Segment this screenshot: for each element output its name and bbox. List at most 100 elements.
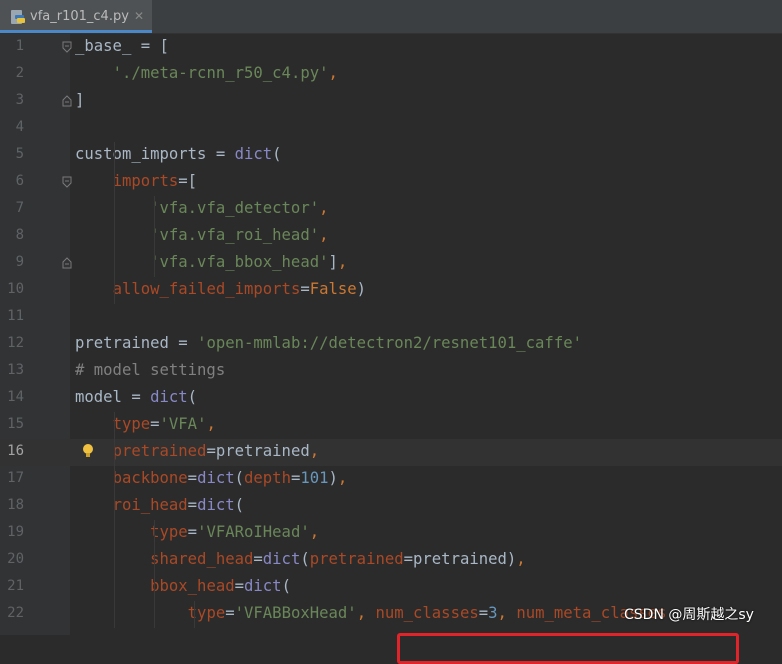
- code-token: pretrained: [309, 550, 404, 568]
- code-token: =: [478, 604, 489, 622]
- code-token: depth: [244, 469, 291, 487]
- fold-marker-icon[interactable]: [62, 257, 72, 269]
- file-tab[interactable]: vfa_r101_c4.py ✕: [0, 0, 152, 33]
- code-line[interactable]: 14 model = dict(: [0, 385, 782, 412]
- code-line[interactable]: 6 imports=[: [0, 169, 782, 196]
- code-token: ): [328, 469, 338, 487]
- code-token: allow_failed_imports: [112, 280, 301, 298]
- line-number: 5: [15, 146, 24, 162]
- code-line[interactable]: 16 pretrained=pretrained,: [0, 439, 782, 466]
- code-token: ,: [328, 64, 338, 82]
- code-token: './meta-rcnn_r50_c4.py': [112, 64, 329, 82]
- code-token: _base_ = [: [75, 37, 169, 55]
- line-number: 20: [7, 551, 24, 567]
- code-line[interactable]: 7 'vfa.vfa_detector',: [0, 196, 782, 223]
- code-token: roi_head: [112, 496, 188, 514]
- line-number: 14: [7, 389, 24, 405]
- code-token: ,: [356, 604, 376, 622]
- line-number: 16: [7, 443, 24, 459]
- code-text: backbone=dict(depth=101),: [75, 469, 348, 487]
- code-line[interactable]: 1 _base_ = [: [0, 34, 782, 61]
- code-text: model = dict(: [75, 388, 197, 406]
- fold-marker-icon[interactable]: [62, 41, 72, 53]
- line-number: 8: [15, 227, 24, 243]
- code-token: backbone: [112, 469, 188, 487]
- code-line[interactable]: 21 bbox_head=dict(: [0, 574, 782, 601]
- code-line[interactable]: 5 custom_imports = dict(: [0, 142, 782, 169]
- code-line[interactable]: 2 './meta-rcnn_r50_c4.py',: [0, 61, 782, 88]
- line-number: 19: [7, 524, 24, 540]
- code-token: ,: [319, 226, 329, 244]
- file-tab-label: vfa_r101_c4.py: [30, 9, 129, 24]
- code-token: (: [281, 577, 291, 595]
- line-number: 17: [7, 470, 24, 486]
- indent-guide: [114, 142, 115, 304]
- code-token: =: [187, 469, 198, 487]
- code-token: =pretrained): [403, 550, 517, 568]
- code-token: dict: [197, 496, 235, 514]
- code-token: (: [234, 496, 245, 514]
- code-line[interactable]: 11: [0, 304, 782, 331]
- code-token: =: [150, 415, 160, 433]
- code-token: 'vfa.vfa_detector': [150, 199, 320, 217]
- code-line[interactable]: 18 roi_head=dict(: [0, 493, 782, 520]
- code-line[interactable]: 3]: [0, 88, 782, 115]
- code-text: type='VFA',: [75, 415, 216, 433]
- line-number: 9: [15, 254, 24, 270]
- code-text: allow_failed_imports=False): [75, 280, 367, 298]
- line-number: 18: [7, 497, 24, 513]
- code-text: ]: [75, 91, 84, 109]
- code-token: type: [112, 415, 151, 433]
- indent-guide: [114, 412, 115, 628]
- line-number: 12: [7, 335, 24, 351]
- code-text: custom_imports = dict(: [75, 145, 282, 163]
- code-token: ): [356, 280, 367, 298]
- code-token: =: [225, 604, 235, 622]
- code-line[interactable]: 12 pretrained = 'open-mmlab://detectron2/…: [0, 331, 782, 358]
- fold-marker-icon[interactable]: [62, 176, 72, 188]
- code-token: 'VFA': [159, 415, 207, 433]
- code-text: 'vfa.vfa_bbox_head'],: [75, 253, 347, 271]
- highlight-box: [397, 633, 739, 664]
- python-file-icon: [11, 10, 25, 24]
- code-token: 'vfa.vfa_roi_head': [150, 226, 320, 244]
- code-token: dict: [197, 469, 235, 487]
- code-line[interactable]: 9 'vfa.vfa_bbox_head'],: [0, 250, 782, 277]
- code-text: type='VFABBoxHead', num_classes=3, num_m…: [75, 604, 667, 622]
- editor-tab-bar: vfa_r101_c4.py ✕: [0, 0, 782, 34]
- line-number: 4: [15, 119, 24, 135]
- code-line[interactable]: 13 # model settings: [0, 358, 782, 385]
- code-token: =: [300, 280, 310, 298]
- code-line[interactable]: 19 type='VFARoIHead',: [0, 520, 782, 547]
- code-token: ,: [206, 415, 216, 433]
- code-token: ,: [516, 550, 526, 568]
- code-token: 'open-mmlab://detectron2/resnet101_caffe…: [197, 334, 582, 352]
- code-line[interactable]: 4: [0, 115, 782, 142]
- code-token: (: [234, 469, 245, 487]
- code-text: imports=[: [75, 172, 198, 190]
- code-token: ,: [319, 199, 329, 217]
- indent-guide: [154, 520, 155, 628]
- code-token: =: [187, 496, 198, 514]
- code-line[interactable]: 15 type='VFA',: [0, 412, 782, 439]
- code-line[interactable]: 20 shared_head=dict(pretrained=pretraine…: [0, 547, 782, 574]
- close-icon[interactable]: ✕: [134, 9, 144, 23]
- code-token: ,: [497, 604, 517, 622]
- code-line[interactable]: 10 allow_failed_imports=False): [0, 277, 782, 304]
- code-token: pretrained: [112, 442, 207, 460]
- code-token: 'VFABBoxHead': [234, 604, 357, 622]
- line-number: 1: [15, 38, 24, 54]
- code-line[interactable]: 17 backbone=dict(depth=101),: [0, 466, 782, 493]
- code-token: bbox_head: [150, 577, 235, 595]
- code-editor[interactable]: 1 _base_ = [ 2 './meta-rcnn_r50_c4.py', 3] 4…: [0, 34, 782, 664]
- fold-marker-icon[interactable]: [62, 95, 72, 107]
- code-line[interactable]: 8 'vfa.vfa_roi_head',: [0, 223, 782, 250]
